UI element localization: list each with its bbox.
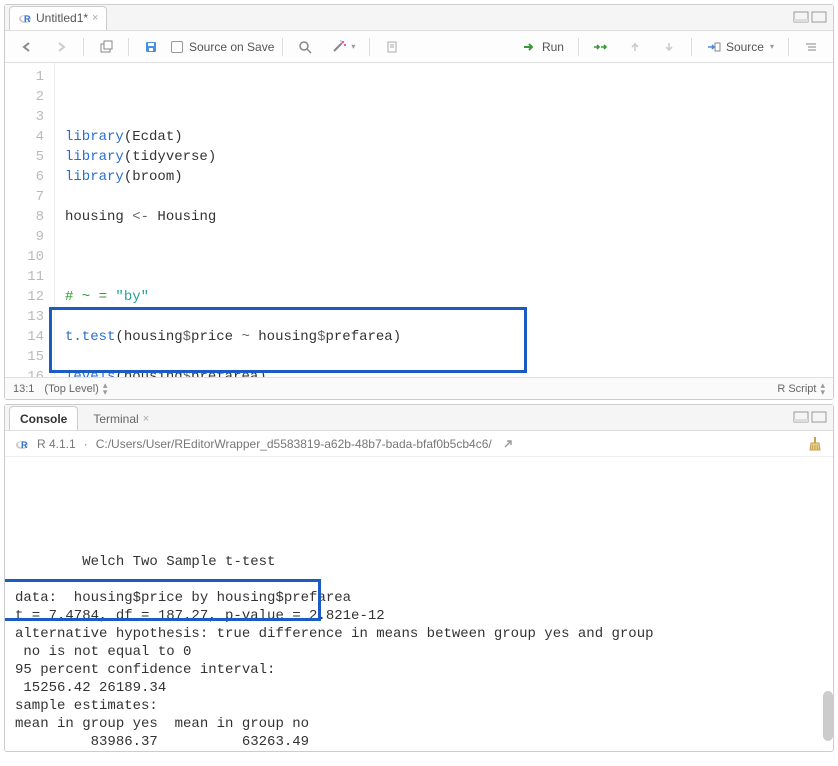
cursor-position: 13:1 — [13, 383, 34, 395]
r-logo-icon: R — [15, 437, 29, 451]
sort-icon: ▴▾ — [103, 382, 108, 396]
minimize-icon[interactable] — [793, 409, 809, 425]
source-on-save-label: Source on Save — [189, 40, 274, 54]
console-tab-bar: Console Terminal × — [5, 405, 833, 431]
wand-icon — [331, 39, 347, 55]
code-line: t.test(housing$price ~ housing$prefarea) — [65, 327, 443, 347]
window-controls — [793, 409, 827, 425]
language-picker[interactable]: R Script ▴▾ — [777, 382, 825, 396]
arrow-up-icon — [627, 39, 643, 55]
editor-tab-bar: R Untitled1* × — [5, 5, 833, 31]
code-editor[interactable]: 12345678910111213141516 library(Ecdat)li… — [5, 63, 833, 377]
working-dir[interactable]: C:/Users/User/REditorWrapper_d5583819-a6… — [96, 437, 492, 451]
tab-terminal-label: Terminal — [93, 412, 138, 426]
code-tools-button[interactable]: ▾ — [325, 37, 361, 57]
console-line: 83986.37 63263.49 — [15, 733, 823, 751]
source-label: Source — [726, 40, 764, 54]
svg-text:R: R — [24, 14, 31, 24]
forward-button[interactable] — [47, 37, 75, 57]
source-icon — [706, 39, 722, 55]
close-icon[interactable]: × — [143, 413, 149, 425]
code-line — [65, 347, 443, 367]
tab-console-label: Console — [20, 412, 67, 426]
code-line — [65, 187, 443, 207]
run-label: Run — [542, 40, 564, 54]
editor-tab-title: Untitled1* — [36, 11, 88, 25]
r-file-icon: R — [18, 11, 32, 25]
notebook-icon — [384, 39, 400, 55]
maximize-icon[interactable] — [811, 409, 827, 425]
r-version: R 4.1.1 — [37, 437, 76, 451]
editor-toolbar: Source on Save ▾ Run Source ▾ — [5, 31, 833, 63]
code-line — [65, 227, 443, 247]
save-button[interactable] — [137, 37, 165, 57]
arrow-right-icon — [53, 39, 69, 55]
compile-report-button[interactable] — [378, 37, 406, 57]
code-line — [65, 267, 443, 287]
scope-picker[interactable]: (Top Level) ▴▾ — [44, 382, 107, 396]
code-line: library(broom) — [65, 167, 443, 187]
console-line — [15, 535, 823, 553]
editor-tab[interactable]: R Untitled1* × — [9, 6, 107, 30]
console-line: t = 7.4784, df = 187.27, p-value = 2.821… — [15, 607, 823, 625]
console-line — [15, 571, 823, 589]
svg-text:R: R — [21, 440, 28, 450]
arrow-left-icon — [19, 39, 35, 55]
find-button[interactable] — [291, 37, 319, 57]
back-button[interactable] — [13, 37, 41, 57]
console-line: no is not equal to 0 — [15, 643, 823, 661]
console-pane: Console Terminal × R R 4.1.1 · C:/Users/U… — [4, 404, 834, 752]
rerun-button[interactable] — [587, 37, 615, 57]
console-line: mean in group yes mean in group no — [15, 715, 823, 733]
code-line: # ~ = "by" — [65, 287, 443, 307]
go-down-button[interactable] — [655, 37, 683, 57]
console-info-bar: R R 4.1.1 · C:/Users/User/REditorWrapper… — [5, 431, 833, 457]
window-controls — [793, 9, 827, 25]
editor-statusbar: 13:1 (Top Level) ▴▾ R Script ▴▾ — [5, 377, 833, 399]
editor-pane: R Untitled1* × Source on Save ▾ Run — [4, 4, 834, 400]
close-icon[interactable]: × — [92, 12, 98, 24]
source-on-save-checkbox[interactable] — [171, 41, 183, 53]
console-line: sample estimates: — [15, 697, 823, 715]
language-label: R Script — [777, 383, 816, 395]
console-output[interactable]: Welch Two Sample t-test data: housing$pr… — [5, 457, 833, 751]
rerun-icon — [593, 39, 609, 55]
console-line: 15256.42 26189.34 — [15, 679, 823, 697]
minimize-icon[interactable] — [793, 9, 809, 25]
code-line: levels(housing$prefarea) — [65, 367, 443, 377]
run-button[interactable]: Run — [516, 37, 570, 57]
go-up-button[interactable] — [621, 37, 649, 57]
show-in-new-window-button[interactable] — [92, 37, 120, 57]
scope-label: (Top Level) — [44, 383, 98, 395]
popout-icon — [98, 39, 114, 55]
code-line: library(tidyverse) — [65, 147, 443, 167]
run-icon — [522, 39, 538, 55]
maximize-icon[interactable] — [811, 9, 827, 25]
outline-button[interactable] — [797, 37, 825, 57]
console-line: 95 percent confidence interval: — [15, 661, 823, 679]
code-line — [65, 247, 443, 267]
code-line — [65, 307, 443, 327]
outline-icon — [803, 39, 819, 55]
line-gutter: 12345678910111213141516 — [5, 63, 55, 377]
tab-console[interactable]: Console — [9, 406, 78, 430]
save-icon — [143, 39, 159, 55]
console-line: Welch Two Sample t-test — [15, 553, 823, 571]
code-line: library(Ecdat) — [65, 127, 443, 147]
tab-terminal[interactable]: Terminal × — [82, 406, 160, 430]
source-button[interactable]: Source ▾ — [700, 37, 780, 57]
sort-icon: ▴▾ — [820, 382, 825, 396]
arrow-down-icon — [661, 39, 677, 55]
console-line: data: housing$price by housing$prefarea — [15, 589, 823, 607]
scrollbar[interactable] — [823, 691, 833, 741]
popout-icon[interactable] — [500, 436, 516, 452]
search-icon — [297, 39, 313, 55]
console-line: alternative hypothesis: true difference … — [15, 625, 823, 643]
code-line: housing <- Housing — [65, 207, 443, 227]
clear-console-icon[interactable] — [807, 436, 823, 452]
